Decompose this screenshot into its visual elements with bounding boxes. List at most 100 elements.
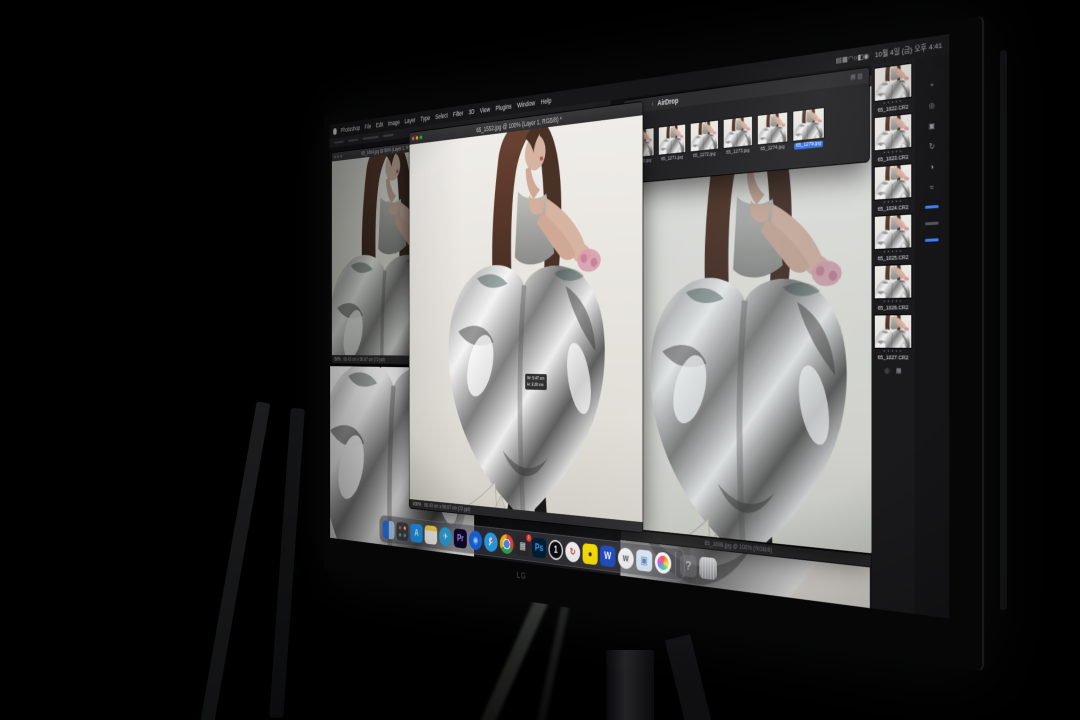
zoom-tool-icon[interactable]: ◎: [929, 102, 935, 110]
photo-thumbnail: [793, 107, 825, 142]
finder-thumbnail[interactable]: 65_1273.jpg: [723, 115, 753, 156]
photo-of-monitor-scene: Photoshop File Edit Image Layer Type Select Fil…: [0, 0, 1080, 720]
menu-item[interactable]: Plugins: [496, 102, 512, 112]
keyboard-icon[interactable]: ▦: [842, 55, 848, 64]
zoom-control-icon[interactable]: ◎: [884, 366, 889, 374]
menu-item[interactable]: View: [480, 105, 490, 114]
app-glyph: A: [414, 527, 418, 538]
trash-dock-icon[interactable]: [699, 556, 716, 580]
finder-thumbnail[interactable]: 65_1271.jpg: [658, 123, 686, 163]
rating-dots[interactable]: • • • • •: [884, 250, 902, 255]
slider[interactable]: [925, 222, 939, 226]
badged-app-dock-icon[interactable]: ▦ 1: [516, 535, 530, 556]
model-heart-photo: [875, 215, 912, 250]
mask-tool-icon[interactable]: ◑: [930, 163, 934, 171]
grid-view-icon[interactable]: ▦: [896, 367, 902, 375]
menu-item[interactable]: Help: [541, 96, 552, 105]
model-heart-photo: [875, 164, 912, 199]
view-toggle-icons[interactable]: ▤ ▥: [850, 72, 862, 81]
filename-label: 65_1024.CR2: [878, 205, 909, 213]
rating-dots[interactable]: • • • • •: [884, 350, 902, 354]
menu-item[interactable]: Select: [435, 111, 448, 120]
stand-leg: [665, 634, 713, 720]
move-tool-icon[interactable]: +: [930, 81, 934, 89]
missing-app-dock-icon[interactable]: ?: [680, 554, 697, 578]
zoom-level[interactable]: 100%: [412, 501, 421, 507]
menu-item[interactable]: Photoshop: [341, 124, 360, 134]
apple-menu-icon[interactable]: [333, 128, 337, 135]
menu-item[interactable]: File: [365, 122, 372, 130]
document-image: W: 5.47 cm H: 3.20 cm: [409, 115, 642, 522]
menu-item[interactable]: Edit: [376, 121, 383, 129]
filename-label: 65_1023.CR2: [878, 155, 909, 164]
finder-thumbnail[interactable]: 65_1274.jpg: [757, 111, 788, 153]
close-button[interactable]: [412, 136, 414, 140]
filmstrip-item[interactable]: • • • • • 65_1024.CR2: [874, 163, 912, 213]
photos-dock-icon[interactable]: [655, 551, 671, 574]
photoshop-dock-icon[interactable]: Ps: [532, 537, 546, 559]
app-glyph: 1: [554, 544, 558, 556]
filmstrip-item[interactable]: • • • • • 65_1025.CR2: [874, 214, 912, 263]
filmstrip-item[interactable]: • • • • • 65_1022.CR2: [874, 63, 912, 115]
photo-thumbnail: [690, 120, 719, 153]
siri-icon[interactable]: ◉: [863, 52, 869, 61]
sync-app-dock-icon[interactable]: ↻: [565, 541, 580, 563]
filmstrip-item[interactable]: • • • • • 65_1023.CR2: [874, 113, 912, 164]
menu-item[interactable]: Layer: [405, 116, 416, 125]
app-glyph: ?: [685, 558, 691, 573]
finder-thumbnail[interactable]: 65_1272.jpg: [690, 120, 719, 161]
monitor-side-edge: [1000, 50, 1007, 610]
zoom-button[interactable]: [420, 135, 422, 139]
photo-thumbnail: [723, 115, 753, 148]
premiere-pro-dock-icon[interactable]: Pr: [454, 528, 467, 548]
model-heart-photo: [758, 112, 787, 144]
wifi-icon[interactable]: ◠: [848, 54, 854, 63]
blue-app-dock-icon[interactable]: ◉: [469, 530, 482, 551]
filmstrip-item[interactable]: • • • • • 65_1026.CR2: [874, 264, 912, 312]
curves-tool-icon[interactable]: ≈: [930, 184, 934, 192]
photo-thumbnail: [874, 63, 912, 102]
kakaotalk-dock-icon[interactable]: ●: [583, 543, 598, 565]
finder-thumbnail[interactable]: 65_1279.jpg: [793, 107, 825, 150]
dock-separator[interactable]: [675, 552, 676, 576]
menu-item[interactable]: Image: [388, 118, 400, 127]
app-glyph: ✈: [443, 531, 448, 542]
launchpad-dock-icon[interactable]: [396, 521, 408, 541]
tool-list: + ◎ ▣ ↻ ◑ ≈: [929, 81, 936, 192]
notes-dock-icon[interactable]: [425, 525, 437, 545]
menu-item[interactable]: Type: [420, 114, 430, 123]
capture-filmstrip-panel: • • • • • 65_1022.CR2 • • • • • 65_1023.…: [872, 59, 915, 614]
minimize-button[interactable]: [416, 136, 418, 140]
tripod-leg: [475, 596, 549, 720]
filmstrip-item[interactable]: • • • • • 65_1027.CR2: [874, 314, 912, 361]
w-circle-dock-icon[interactable]: w: [618, 547, 634, 570]
capture-tools-column: + ◎ ▣ ↻ ◑ ≈: [915, 54, 950, 619]
zoom-level[interactable]: 50%: [334, 357, 340, 362]
photo-thumbnail: [874, 214, 912, 251]
app-glyph: ●: [588, 548, 592, 560]
crop-tool-icon[interactable]: ▣: [929, 122, 936, 130]
back-chevron-icon[interactable]: ‹: [652, 99, 654, 108]
lg-monitor: Photoshop File Edit Image Layer Type Select Fil…: [324, 16, 984, 671]
telegram-dock-icon[interactable]: ✈: [439, 526, 452, 546]
preview-app-dock-icon[interactable]: ▣: [636, 549, 652, 572]
app-store-dock-icon[interactable]: A: [410, 523, 422, 543]
menu-item[interactable]: 3D: [468, 108, 474, 116]
app-glyph: w: [623, 552, 629, 564]
rotate-tool-icon[interactable]: ↻: [929, 143, 935, 151]
finder-dock-icon[interactable]: [383, 520, 395, 539]
menu-item[interactable]: Filter: [453, 109, 463, 118]
menu-item[interactable]: Window: [517, 99, 535, 109]
chrome-dock-icon[interactable]: [500, 533, 514, 554]
rating-dots[interactable]: • • • • •: [884, 300, 902, 305]
w-app-dock-icon[interactable]: W: [600, 545, 615, 567]
measure-height: H: 3.20 cm: [527, 382, 544, 389]
app-glyph: ▦: [520, 540, 526, 552]
slider-accent[interactable]: [925, 205, 939, 209]
capture-one-dock-icon[interactable]: 1: [548, 539, 563, 561]
traffic-lights[interactable]: [412, 135, 422, 140]
safari-dock-icon[interactable]: [484, 531, 497, 552]
model-heart-photo: [409, 115, 642, 522]
slider-accent[interactable]: [925, 238, 939, 242]
status-icons: ▤▦◠○◧◉: [836, 51, 869, 65]
